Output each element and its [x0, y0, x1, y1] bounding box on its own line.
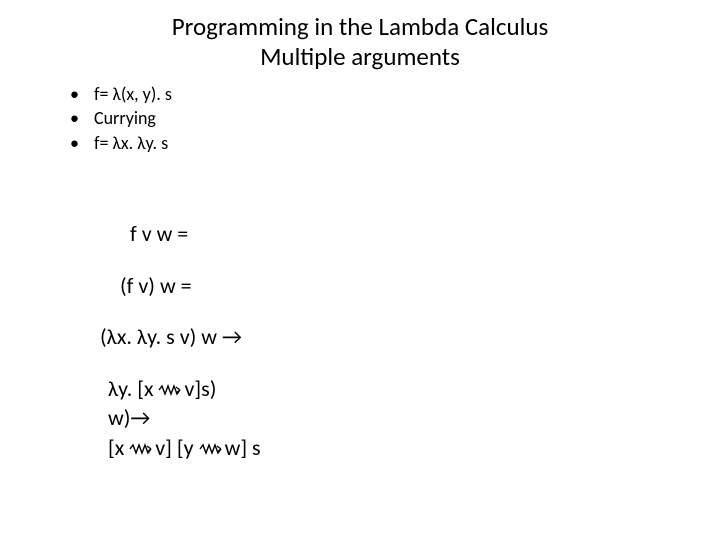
mapsto-squiggle-icon: [129, 443, 155, 455]
bullet-text: f= λx. λy. s: [94, 131, 168, 155]
list-item: • f= λx. λy. s: [70, 131, 172, 155]
list-item: • Currying: [70, 106, 172, 130]
text-fragment: (λx. λy. s v) w: [100, 323, 222, 350]
derivation-line: λy. [x v]s): [108, 375, 261, 403]
mapsto-squiggle-icon: [199, 443, 225, 455]
bullet-text: f= λ(x, y). s: [94, 82, 172, 106]
derivation-block: f v w = (f v) w = (λx. λy. s v) w → λy. …: [100, 220, 261, 461]
bullet-icon: •: [70, 106, 94, 130]
text-fragment: v] [y: [155, 434, 198, 461]
title-line-2: Multiple arguments: [0, 42, 720, 72]
derivation-line: [x v] [y w] s: [108, 434, 261, 462]
reduces-to-icon: →: [222, 323, 242, 350]
list-item: • f= λ(x, y). s: [70, 82, 172, 106]
text-fragment: λy. [x: [108, 375, 158, 402]
derivation-line: f v w =: [130, 220, 261, 248]
bullet-text: Currying: [94, 106, 156, 130]
title-line-1: Programming in the Lambda Calculus: [0, 12, 720, 42]
bullet-icon: •: [70, 131, 94, 155]
bullet-list: • f= λ(x, y). s • Currying • f= λx. λy. …: [70, 82, 172, 155]
bullet-icon: •: [70, 82, 94, 106]
slide-title: Programming in the Lambda Calculus Multi…: [0, 0, 720, 72]
derivation-line: w)→: [108, 404, 261, 432]
text-fragment: w] s: [225, 434, 261, 461]
slide: Programming in the Lambda Calculus Multi…: [0, 0, 720, 540]
derivation-line: (f v) w =: [120, 272, 261, 300]
text-fragment: v]s): [184, 375, 216, 402]
derivation-line: (λx. λy. s v) w →: [100, 323, 261, 351]
mapsto-squiggle-icon: [158, 384, 184, 396]
text-fragment: [x: [108, 434, 129, 461]
